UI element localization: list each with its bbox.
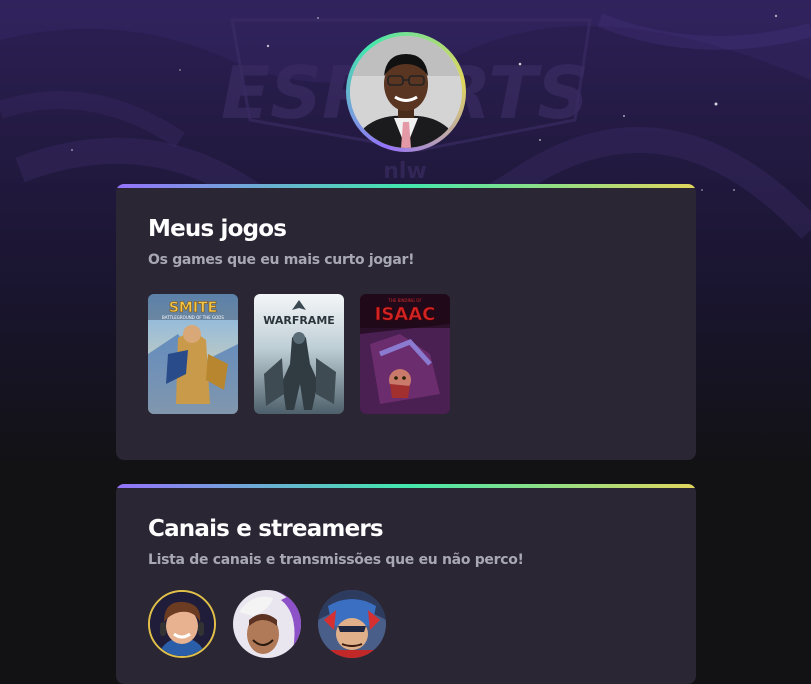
game-title-isaac: ISAAC xyxy=(375,304,436,325)
game-title-warframe: WARFRAME xyxy=(263,314,335,327)
games-subtitle: Os games que eu mais curto jogar! xyxy=(148,252,415,268)
streamers-subtitle: Lista de canais e transmissões que eu nã… xyxy=(148,552,524,568)
profile-avatar xyxy=(346,32,466,152)
game-title-smite: SMITE xyxy=(169,300,217,316)
bg-logo-subtext: nlw xyxy=(383,159,427,184)
game-isaac[interactable]: THE BINDING OF ISAAC xyxy=(360,294,450,414)
games-list: SMITE BATTLEGROUND OF THE GODS WARFRAME … xyxy=(148,294,664,414)
streamers-card: Canais e streamers Lista de canais e tra… xyxy=(116,484,696,684)
game-tagline-isaac: THE BINDING OF xyxy=(387,298,422,303)
streamer-avatar-1-icon xyxy=(150,592,214,656)
games-title: Meus jogos xyxy=(148,216,287,242)
streamer-avatar-2-icon xyxy=(233,590,301,658)
streamer-avatar-3[interactable] xyxy=(318,590,386,658)
streamer-avatar-3-icon xyxy=(318,590,386,658)
game-warframe[interactable]: WARFRAME xyxy=(254,294,344,414)
streamers-title: Canais e streamers xyxy=(148,516,384,542)
profile-photo-icon xyxy=(350,36,462,148)
streamers-list xyxy=(148,590,664,658)
game-smite[interactable]: SMITE BATTLEGROUND OF THE GODS xyxy=(148,294,238,414)
game-tagline-smite: BATTLEGROUND OF THE GODS xyxy=(162,315,224,320)
games-card: Meus jogos Os games que eu mais curto jo… xyxy=(116,184,696,460)
streamer-avatar-2[interactable] xyxy=(233,590,301,658)
streamer-avatar-1[interactable] xyxy=(148,590,216,658)
